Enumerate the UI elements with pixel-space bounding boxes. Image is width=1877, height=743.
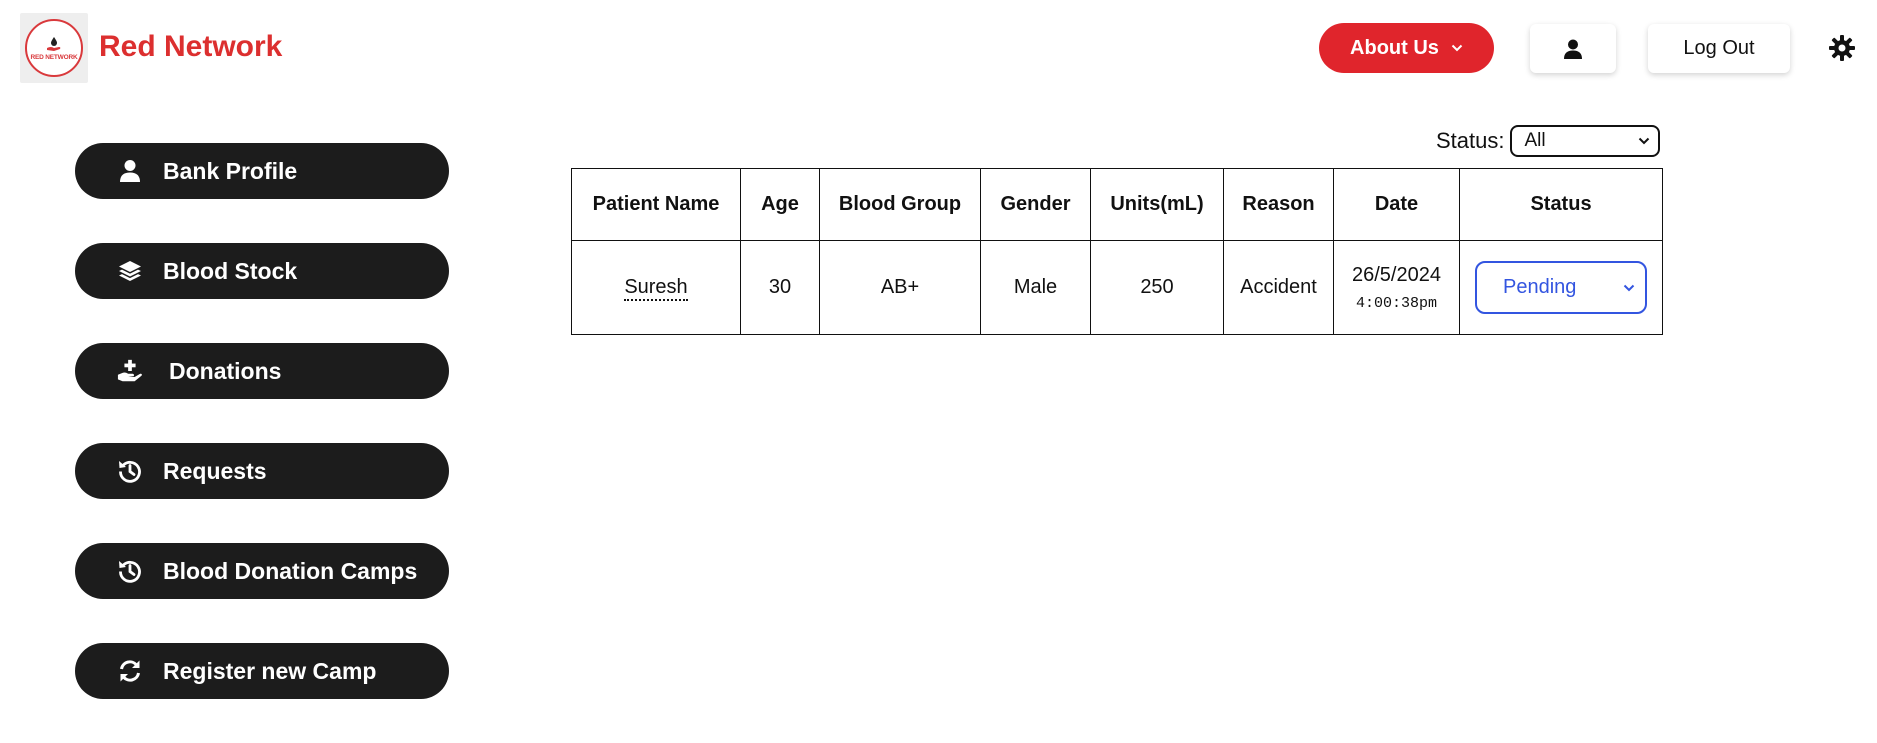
refresh-icon bbox=[117, 658, 143, 684]
sidebar-item-label: Donations bbox=[169, 357, 282, 384]
layers-icon bbox=[117, 258, 143, 284]
logout-button[interactable]: Log Out bbox=[1648, 24, 1790, 73]
sidebar-item-register-new-camp[interactable]: Register new Camp bbox=[75, 643, 449, 699]
status-select-value: Pending bbox=[1503, 276, 1577, 298]
cell-blood-group: AB+ bbox=[819, 240, 981, 335]
requests-table: Patient Name Age Blood Group Gender Unit… bbox=[571, 168, 1663, 335]
status-select[interactable]: Pending bbox=[1475, 261, 1647, 314]
cell-units: 250 bbox=[1090, 240, 1224, 335]
chevron-down-icon bbox=[1623, 284, 1635, 291]
col-header-date: Date bbox=[1333, 168, 1460, 241]
status-filter-label: Status: bbox=[1436, 128, 1505, 153]
date-value: 26/5/2024 bbox=[1352, 263, 1441, 286]
user-icon bbox=[1564, 39, 1582, 59]
chevron-down-icon bbox=[1451, 44, 1463, 52]
brand-name[interactable]: Red Network bbox=[99, 30, 282, 64]
sidebar-item-blood-stock[interactable]: Blood Stock bbox=[75, 243, 449, 299]
logo-text: RED NETWORK bbox=[30, 53, 78, 61]
col-header-age: Age bbox=[740, 168, 820, 241]
profile-button[interactable] bbox=[1530, 24, 1616, 73]
sidebar-item-label: Requests bbox=[163, 457, 267, 484]
history-icon bbox=[117, 458, 143, 484]
cell-date: 26/5/2024 4:00:38pm bbox=[1333, 240, 1460, 335]
chevron-down-icon bbox=[1639, 137, 1650, 145]
logo[interactable]: RED NETWORK bbox=[20, 13, 88, 83]
about-us-button[interactable]: About Us bbox=[1319, 23, 1494, 73]
sidebar-item-bank-profile[interactable]: Bank Profile bbox=[75, 143, 449, 199]
col-header-gender: Gender bbox=[980, 168, 1091, 241]
table-header-row: Patient Name Age Blood Group Gender Unit… bbox=[571, 168, 1663, 241]
requests-table-wrap: Patient Name Age Blood Group Gender Unit… bbox=[571, 168, 1663, 335]
theme-toggle[interactable] bbox=[1826, 32, 1858, 64]
sidebar-item-label: Register new Camp bbox=[163, 657, 377, 684]
about-us-label: About Us bbox=[1350, 36, 1439, 59]
patient-name-link[interactable]: Suresh bbox=[624, 276, 688, 301]
sidebar-item-donations[interactable]: Donations bbox=[75, 343, 449, 399]
sidebar: Bank Profile Blood Stock Donations Reque… bbox=[75, 143, 449, 743]
sidebar-item-label: Blood Donation Camps bbox=[163, 557, 418, 584]
cell-gender: Male bbox=[980, 240, 1091, 335]
status-filter-select[interactable]: All bbox=[1510, 125, 1661, 157]
cell-status: Pending bbox=[1459, 240, 1663, 335]
cell-reason: Accident bbox=[1223, 240, 1334, 335]
blood-drop-hand-icon bbox=[47, 36, 61, 51]
gear-icon bbox=[1829, 35, 1855, 61]
sidebar-item-blood-donation-camps[interactable]: Blood Donation Camps bbox=[75, 543, 449, 599]
col-header-units: Units(mL) bbox=[1090, 168, 1224, 241]
table-row: Suresh 30 AB+ Male 250 Accident 26/5/202… bbox=[571, 240, 1663, 335]
col-header-status: Status bbox=[1459, 168, 1663, 241]
col-header-blood-group: Blood Group bbox=[819, 168, 981, 241]
status-filter: Status: All bbox=[1436, 125, 1661, 157]
status-filter-value: All bbox=[1524, 130, 1546, 151]
col-header-reason: Reason bbox=[1223, 168, 1334, 241]
hand-plus-icon bbox=[117, 358, 143, 384]
col-header-patient-name: Patient Name bbox=[571, 168, 741, 241]
header: RED NETWORK Red Network About Us Log Out bbox=[0, 0, 1877, 100]
sidebar-item-requests[interactable]: Requests bbox=[75, 443, 449, 499]
logo-circle: RED NETWORK bbox=[25, 19, 83, 77]
history-icon bbox=[117, 558, 143, 584]
sidebar-item-label: Blood Stock bbox=[163, 257, 298, 284]
sidebar-item-label: Bank Profile bbox=[163, 157, 298, 184]
cell-age: 30 bbox=[740, 240, 820, 335]
user-icon bbox=[117, 158, 143, 184]
time-value: 4:00:38pm bbox=[1355, 294, 1437, 312]
cell-patient-name: Suresh bbox=[571, 240, 741, 335]
